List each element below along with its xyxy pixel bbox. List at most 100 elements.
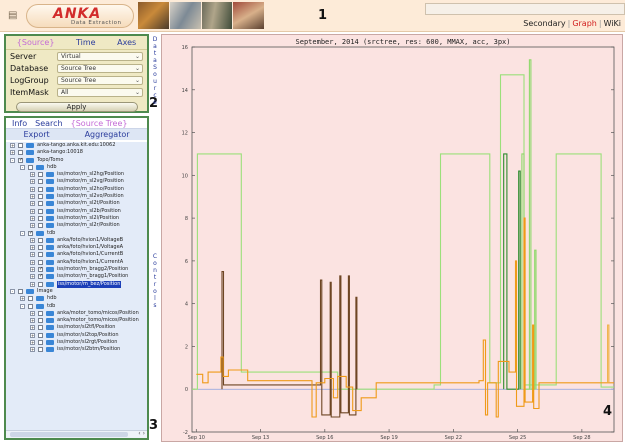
view-link-graph[interactable]: Graph — [572, 19, 597, 28]
loggroup-select[interactable]: Source Tree ⌄ — [57, 76, 143, 85]
tree-item[interactable]: + anka-tango:10018 — [6, 149, 147, 156]
expand-icon[interactable]: + — [30, 215, 35, 221]
tree-checkbox[interactable] — [38, 186, 43, 192]
tree-item[interactable]: + iss/motor/m_sl2t/Position — [6, 200, 147, 207]
data-source-collapse-strip[interactable]: DataSource — [150, 36, 160, 106]
tree-item[interactable]: + iss/motor/m_sl2ho/Position — [6, 186, 147, 193]
view-link-secondary[interactable]: Secondary — [523, 19, 565, 28]
expand-icon[interactable]: + — [30, 267, 35, 273]
scroll-arrows-icon[interactable]: ‹ › — [138, 430, 145, 437]
tree-item[interactable]: + anka/foto/hvion1/VoltageA — [6, 244, 147, 251]
tree-item[interactable]: + iss/motor/sl2tfl/Position — [6, 324, 147, 331]
tree-item[interactable]: - ✓ Topo/Tomo — [6, 157, 147, 164]
tree-item[interactable]: + hdb — [6, 295, 147, 302]
tree-checkbox[interactable] — [38, 172, 43, 178]
expand-icon[interactable]: + — [30, 172, 35, 178]
tree-checkbox[interactable] — [38, 259, 43, 265]
apply-button[interactable]: Apply — [15, 102, 138, 112]
collapse-icon[interactable]: - — [10, 157, 15, 163]
expand-icon[interactable]: + — [30, 259, 35, 265]
expand-icon[interactable]: + — [30, 310, 35, 316]
database-select[interactable]: Source Tree ⌄ — [57, 64, 143, 73]
expand-icon[interactable]: + — [30, 318, 35, 324]
tree-checkbox[interactable] — [38, 179, 43, 185]
tree-checkbox[interactable] — [18, 150, 23, 156]
collapse-icon[interactable]: - — [10, 288, 15, 294]
expand-icon[interactable]: + — [30, 237, 35, 243]
tree-checkbox[interactable] — [38, 245, 43, 251]
tree-item[interactable]: + iss/motor/sl2rgt/Position — [6, 339, 147, 346]
expand-icon[interactable]: + — [30, 274, 35, 280]
tree-checkbox[interactable]: ✓ — [18, 157, 23, 163]
tree-horizontal-scrollbar[interactable]: ‹ › — [6, 430, 147, 438]
tree-item[interactable]: + iss/motor/sl2btm/Position — [6, 346, 147, 353]
tree-item[interactable]: + anka/motor_tomo/micos/Position — [6, 310, 147, 317]
tree-item[interactable]: + iss/motor/m_sl2hg/Position — [6, 171, 147, 178]
tab-search[interactable]: Search — [35, 119, 62, 128]
expand-icon[interactable]: + — [30, 208, 35, 214]
tree-item[interactable]: + anka/foto/hvion1/CurrentB — [6, 251, 147, 258]
server-select[interactable]: Virtual ⌄ — [57, 52, 143, 61]
tab-export[interactable]: Export — [23, 130, 49, 139]
expand-icon[interactable]: + — [30, 223, 35, 229]
tab-source-tree[interactable]: {Source Tree} — [71, 119, 128, 128]
tree-checkbox[interactable] — [38, 281, 43, 287]
tree-item[interactable]: + iss/motor/m_sl2vg/Position — [6, 178, 147, 185]
expand-icon[interactable]: + — [10, 143, 15, 148]
expand-icon[interactable]: + — [30, 281, 35, 287]
tree-checkbox[interactable] — [28, 164, 33, 170]
expand-icon[interactable]: + — [20, 296, 25, 302]
expand-icon[interactable]: + — [30, 201, 35, 207]
tree-checkbox[interactable] — [38, 252, 43, 258]
tree-checkbox[interactable] — [28, 296, 33, 302]
collapse-icon[interactable]: - — [20, 303, 25, 309]
expand-icon[interactable]: + — [30, 340, 35, 346]
tree-checkbox[interactable] — [18, 143, 23, 148]
tree-item[interactable]: + anka-tango.anka.kit.edu:10062 — [6, 142, 147, 149]
tree-checkbox[interactable] — [38, 215, 43, 221]
tree-checkbox[interactable] — [38, 310, 43, 316]
tree-checkbox[interactable] — [18, 288, 23, 294]
tree-item[interactable]: - Image — [6, 288, 147, 295]
tree-item[interactable]: + iss/motor/m_sl2b/Position — [6, 208, 147, 215]
tree-checkbox[interactable]: ✓ — [38, 274, 43, 280]
chart-svg[interactable]: September, 2014 (srctree, res: 600, MMAX… — [162, 35, 624, 443]
tab-time[interactable]: Time — [76, 38, 96, 47]
tab-info[interactable]: Info — [12, 119, 27, 128]
tree-item[interactable]: + anka/foto/hvion1/VoltageB — [6, 237, 147, 244]
collapse-icon[interactable]: - — [20, 230, 25, 236]
collapse-icon[interactable]: - — [20, 164, 25, 170]
tree-checkbox[interactable] — [38, 318, 43, 324]
tree-item[interactable]: + iss/motor/m_sl2r/Position — [6, 222, 147, 229]
tree-checkbox[interactable] — [38, 194, 43, 200]
tree-checkbox[interactable] — [38, 201, 43, 207]
expand-icon[interactable]: + — [30, 186, 35, 192]
tree-item[interactable]: + iss/motor/m_bez/Position — [6, 280, 147, 288]
anka-logo[interactable]: ANKA Data Extraction — [26, 4, 134, 28]
tree-checkbox[interactable] — [38, 208, 43, 214]
tree-checkbox[interactable] — [38, 237, 43, 243]
tab-aggregator[interactable]: Aggregator — [85, 130, 130, 139]
expand-icon[interactable]: + — [30, 252, 35, 258]
tree-checkbox[interactable] — [38, 340, 43, 346]
tree-item[interactable]: + anka/foto/hvion1/CurrentA — [6, 259, 147, 266]
tree-checkbox[interactable] — [28, 303, 33, 309]
expand-icon[interactable]: + — [30, 194, 35, 200]
controls-collapse-strip[interactable]: Controls — [150, 253, 160, 309]
expand-icon[interactable]: + — [30, 245, 35, 251]
expand-icon[interactable]: + — [30, 179, 35, 185]
tree-checkbox[interactable]: ✓ — [38, 267, 43, 273]
tab-axes[interactable]: Axes — [117, 38, 136, 47]
tree-checkbox[interactable]: ✓ — [28, 230, 33, 236]
tree-item[interactable]: - ✓ tdb — [6, 230, 147, 237]
tree-item[interactable]: + anka/motor_tomo/micos/Position — [6, 317, 147, 324]
tree-item[interactable]: - tdb — [6, 303, 147, 310]
tree-item[interactable]: + ✓ iss/motor/m_bragg2/Position — [6, 266, 147, 273]
expand-icon[interactable]: + — [10, 150, 15, 156]
tree-checkbox[interactable] — [38, 347, 43, 353]
tree-checkbox[interactable] — [38, 223, 43, 229]
expand-icon[interactable]: + — [30, 347, 35, 353]
tree-checkbox[interactable] — [38, 325, 43, 331]
view-link-wiki[interactable]: WiKi — [604, 19, 621, 28]
tab-source[interactable]: {Source} — [17, 38, 55, 47]
